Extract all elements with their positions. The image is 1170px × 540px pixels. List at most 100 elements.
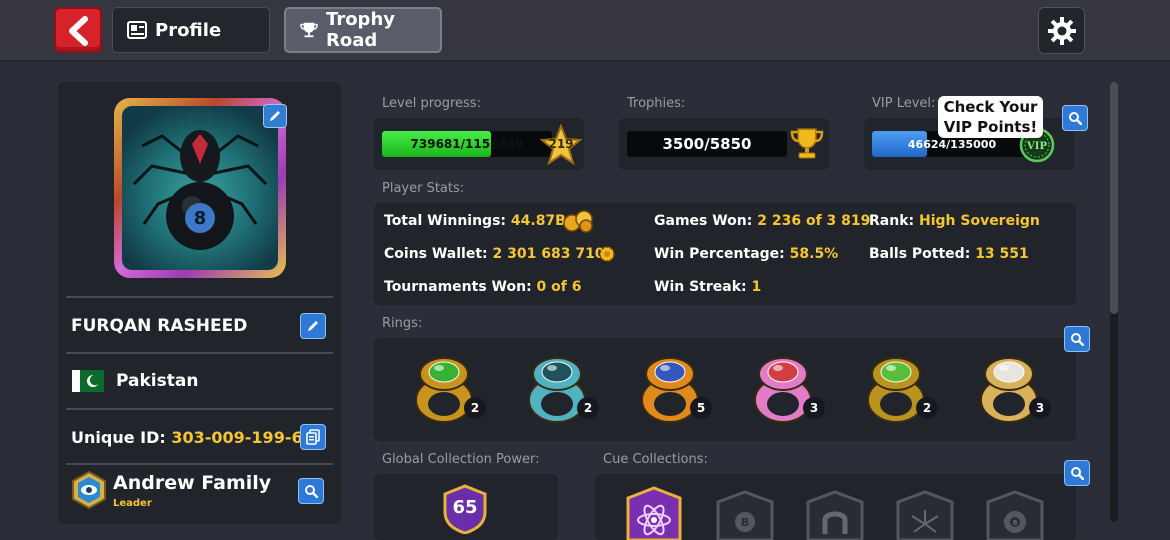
stat-value: 1 <box>751 279 762 295</box>
trophies-box: 3500/5850 <box>619 118 829 170</box>
ring-count: 5 <box>690 397 712 419</box>
profile-card-icon <box>127 21 147 39</box>
level-progress-text: 739681/1156349 <box>410 137 524 151</box>
stat-win-streak: Win Streak: 1 <box>654 279 761 295</box>
stat-tournaments-won: Tournaments Won: 0 of 6 <box>384 279 582 295</box>
vip-tooltip-line2: VIP Points! <box>943 118 1038 136</box>
stat-value: 44.87B <box>510 213 566 229</box>
vip-level-label: VIP Level: <box>872 96 936 111</box>
stat-value: 58.5% <box>789 246 839 262</box>
stat-value: 13 551 <box>975 246 1029 262</box>
tab-profile[interactable]: Profile <box>112 7 270 53</box>
firework-collection-icon[interactable] <box>892 490 958 540</box>
scrollbar-thumb[interactable] <box>1110 82 1118 314</box>
copy-id-button[interactable] <box>300 424 326 450</box>
trophy-icon <box>300 22 318 38</box>
ring-item[interactable]: 2 <box>860 350 938 428</box>
top-bar: Profile Trophy Road <box>0 0 1170 62</box>
vip-tooltip-line1: Check Your <box>943 98 1038 116</box>
club-role: Leader <box>113 498 152 509</box>
svg-text:8: 8 <box>194 208 207 229</box>
divider <box>66 352 333 354</box>
coins-stack-icon <box>563 210 593 233</box>
copy-icon <box>306 429 320 445</box>
back-arrow-icon <box>69 16 88 46</box>
stat-label: Games Won: <box>654 213 753 229</box>
pakistan-flag-icon <box>72 370 104 392</box>
stat-coins-wallet: Coins Wallet: 2 301 683 710 <box>384 246 605 262</box>
ring-item[interactable]: 2 <box>408 350 486 428</box>
level-progress-bar: 739681/1156349 <box>382 131 552 157</box>
eight-ball-collection-icon[interactable]: 8 <box>982 490 1048 540</box>
level-progress-label: Level progress: <box>382 96 481 111</box>
ring-count: 2 <box>577 397 599 419</box>
stat-value: 2 236 of 3 819 <box>757 213 871 229</box>
stat-games-won: Games Won: 2 236 of 3 819 <box>654 213 870 229</box>
svg-text:VIP: VIP <box>1026 141 1047 152</box>
unique-id-value: 303-009-199-6 <box>171 428 303 447</box>
horseshoe-collection-icon[interactable] <box>802 490 868 540</box>
unique-id-label: Unique ID: <box>71 428 166 447</box>
svg-text:8: 8 <box>1013 519 1018 527</box>
stat-label: Win Streak: <box>654 279 747 295</box>
gear-icon <box>1047 16 1076 45</box>
level-number: 219 <box>548 137 574 151</box>
player-name: FURQAN RASHEED <box>71 316 248 336</box>
divider <box>66 296 333 298</box>
vip-tooltip[interactable]: Check Your VIP Points! <box>938 96 1043 138</box>
stat-balls-potted: Balls Potted: 13 551 <box>869 246 1029 262</box>
stat-value: High Sovereign <box>918 213 1040 229</box>
rings-info-button[interactable] <box>1064 326 1090 352</box>
trophies-bar: 3500/5850 <box>627 131 787 157</box>
search-icon <box>1069 112 1082 125</box>
club-name: Andrew Family <box>113 472 272 494</box>
vip-info-button[interactable] <box>1062 105 1088 131</box>
ring-count: 2 <box>916 397 938 419</box>
trophy-icon <box>790 128 824 159</box>
divider <box>66 463 333 465</box>
stat-label: Total Winnings: <box>384 213 507 229</box>
trophies-text: 3500/5850 <box>662 135 752 153</box>
avatar[interactable]: 8 <box>114 98 286 278</box>
country-name: Pakistan <box>116 371 199 391</box>
scrollbar[interactable] <box>1110 82 1118 522</box>
collection-power-value: 65 <box>452 497 478 518</box>
tab-profile-label: Profile <box>155 19 222 41</box>
tab-trophy-road-label: Trophy Road <box>326 9 395 51</box>
edit-avatar-button[interactable] <box>263 104 287 128</box>
settings-button[interactable] <box>1038 7 1085 54</box>
search-icon <box>1071 467 1084 480</box>
ball-collection-icon[interactable]: B <box>712 490 778 540</box>
player-stats-label: Player Stats: <box>382 181 465 196</box>
trophies-label: Trophies: <box>627 96 686 111</box>
atom-collection-icon[interactable] <box>618 486 690 540</box>
cue-collections-label: Cue Collections: <box>603 452 708 467</box>
stat-label: Rank: <box>869 213 915 229</box>
back-button[interactable] <box>54 7 102 53</box>
club-emblem-icon <box>72 471 106 509</box>
stat-label: Balls Potted: <box>869 246 971 262</box>
ring-count: 3 <box>1029 397 1051 419</box>
tab-trophy-road[interactable]: Trophy Road <box>284 7 442 53</box>
view-club-button[interactable] <box>298 478 324 504</box>
cue-collections-info-button[interactable] <box>1064 460 1090 486</box>
pencil-icon <box>270 111 280 121</box>
ring-item[interactable]: 2 <box>521 350 599 428</box>
level-progress-box: 739681/1156349 219 <box>374 118 584 170</box>
ring-item[interactable]: 5 <box>634 350 712 428</box>
profile-panel: 8 FURQAN RASHEED Pakistan Unique ID: 303… <box>58 82 341 524</box>
ring-item[interactable]: 3 <box>747 350 825 428</box>
search-icon <box>305 485 318 498</box>
divider <box>66 408 333 410</box>
ring-count: 3 <box>803 397 825 419</box>
stat-value: 2 301 683 710 <box>492 246 605 262</box>
ring-item[interactable]: 3 <box>973 350 1051 428</box>
ring-count: 2 <box>464 397 486 419</box>
avatar-image: 8 <box>122 106 278 270</box>
stat-rank: Rank: High Sovereign <box>869 213 1040 229</box>
edit-name-button[interactable] <box>300 313 326 339</box>
pencil-icon <box>308 321 318 331</box>
svg-text:B: B <box>741 516 749 529</box>
stat-total-winnings: Total Winnings: 44.87B <box>384 213 566 229</box>
coin-icon <box>599 246 615 262</box>
